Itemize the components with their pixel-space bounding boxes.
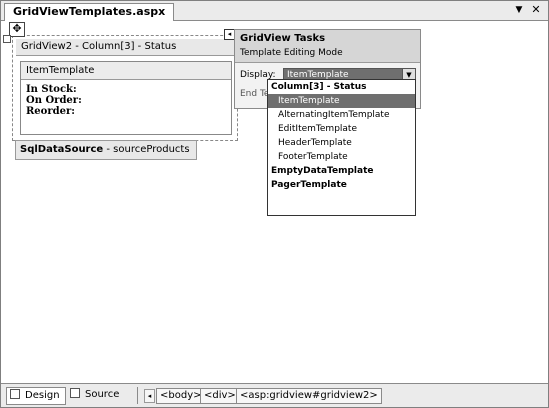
dropdown-option[interactable]: AlternatingItemTemplate <box>268 108 415 122</box>
dropdown-option[interactable]: FooterTemplate <box>268 150 415 164</box>
design-tab-label: Design <box>25 390 60 401</box>
dropdown-option[interactable]: Column[3] - Status <box>268 80 415 94</box>
reorder-label: Reorder: <box>26 106 75 117</box>
document-tab[interactable]: GridViewTemplates.aspx <box>4 3 175 21</box>
item-template-panel[interactable]: ItemTemplate In Stock: On Order: Reorder… <box>20 61 232 135</box>
dropdown-option-selected[interactable]: ItemTemplate <box>268 94 415 108</box>
dropdown-option[interactable]: HeaderTemplate <box>268 136 415 150</box>
source-view-tab[interactable]: Source <box>67 387 124 403</box>
tasks-subtitle: Template Editing Mode <box>240 48 343 58</box>
move-handle-icon[interactable]: ✥ <box>9 22 25 37</box>
in-stock-label: In Stock: <box>26 84 77 95</box>
source-tab-label: Source <box>85 389 120 400</box>
selection-handle[interactable] <box>3 35 11 43</box>
tasks-title: GridView Tasks <box>240 33 326 44</box>
template-dropdown-list[interactable]: Column[3] - Status ItemTemplate Alternat… <box>267 79 416 216</box>
on-order-label: On Order: <box>26 95 82 106</box>
item-template-title: ItemTemplate <box>21 62 231 80</box>
breadcrumb-scroll-left-icon[interactable]: ◂ <box>144 389 155 403</box>
window-list-dropdown-icon[interactable]: ▼ <box>512 3 526 17</box>
designer-window: GridViewTemplates.aspx ▼ ✕ GridView2 - C… <box>0 0 549 408</box>
sqldatasource-control[interactable]: SqlDataSource - sourceProducts <box>15 140 197 160</box>
gridview-control[interactable]: GridView2 - Column[3] - Status ItemTempl… <box>12 35 238 141</box>
dropdown-option[interactable]: EmptyDataTemplate <box>268 164 415 178</box>
breadcrumb-body[interactable]: <body> <box>156 388 206 404</box>
gridview-template-header: GridView2 - Column[3] - Status <box>16 39 234 56</box>
divider <box>137 387 138 404</box>
breadcrumb-div[interactable]: <div> <box>200 388 240 404</box>
close-icon[interactable]: ✕ <box>529 3 543 17</box>
design-view-tab[interactable]: Design <box>6 387 66 405</box>
sqldatasource-type: SqlDataSource <box>20 144 104 155</box>
design-surface[interactable]: GridView2 - Column[3] - Status ItemTempl… <box>1 21 548 383</box>
design-view-icon <box>10 389 20 399</box>
view-switcher-bar: Design Source ◂ <body> <div> <asp:gridvi… <box>1 383 548 407</box>
breadcrumb-gridview[interactable]: <asp:gridview#gridview2> <box>236 388 382 404</box>
dropdown-option[interactable]: PagerTemplate <box>268 178 415 192</box>
dropdown-option[interactable]: EditItemTemplate <box>268 122 415 136</box>
source-view-icon <box>70 388 80 398</box>
document-tab-strip: GridViewTemplates.aspx ▼ ✕ <box>1 1 548 21</box>
sqldatasource-id: - sourceProducts <box>103 144 190 155</box>
